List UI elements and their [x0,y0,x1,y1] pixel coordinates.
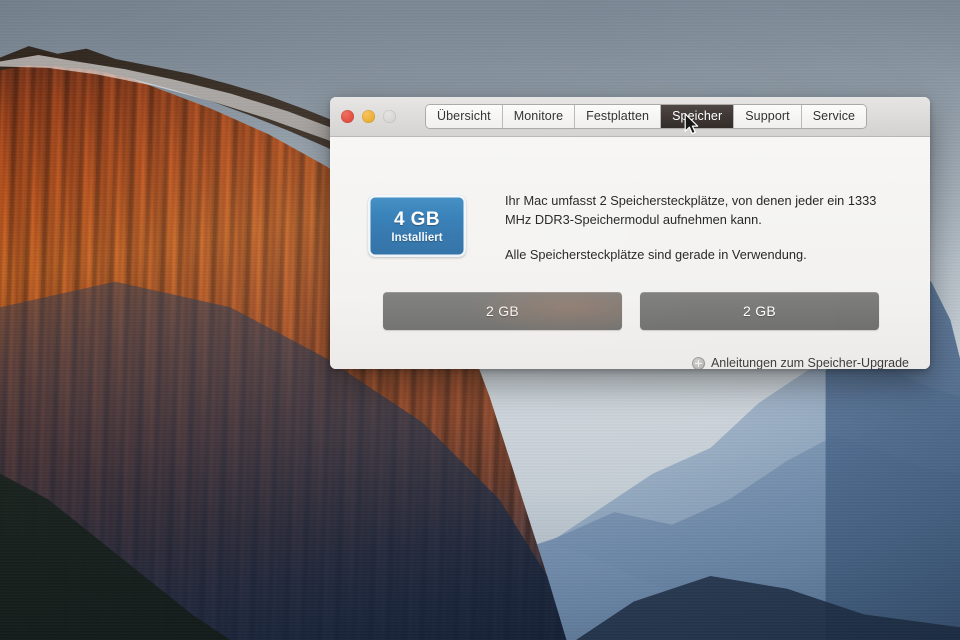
memory-description-line-2: Alle Speichersteckplätze sind gerade in … [505,247,807,262]
tab-festplatten[interactable]: Festplatten [575,105,662,128]
memory-description-line-1: Ihr Mac umfasst 2 Speichersteckplätze, v… [505,193,877,227]
memory-upgrade-link-label: Anleitungen zum Speicher-Upgrade [710,356,909,369]
memory-description: Ihr Mac umfasst 2 Speichersteckplätze, v… [505,192,905,265]
installed-memory-size: 4 GB [394,208,440,230]
tab-speicher[interactable]: Speicher [661,105,735,128]
tab-bar[interactable]: Übersicht Monitore Festplatten Speicher … [426,105,867,128]
tab-support[interactable]: Support [734,105,802,128]
memory-upgrade-link[interactable]: Anleitungen zum Speicher-Upgrade [691,356,909,369]
zoom-button[interactable] [383,110,396,123]
memory-panel: 4 GB Installiert Ihr Mac umfasst 2 Speic… [330,137,930,369]
memory-slot-1-label: 2 GB [485,303,520,319]
memory-slot-2[interactable]: 2 GB [640,292,879,330]
close-button[interactable] [341,110,354,123]
about-this-mac-window[interactable]: Übersicht Monitore Festplatten Speicher … [330,97,930,369]
tab-uebersicht[interactable]: Übersicht [426,105,503,128]
window-titlebar[interactable]: Übersicht Monitore Festplatten Speicher … [330,97,930,137]
installed-memory-caption: Installiert [391,231,443,244]
memory-slot-list: 2 GB 2 GB [383,292,879,330]
minimize-button[interactable] [362,110,375,123]
tab-monitore[interactable]: Monitore [502,105,576,128]
disclosure-plus-icon[interactable] [691,356,705,369]
memory-slot-2-label: 2 GB [742,303,777,319]
tab-service[interactable]: Service [801,105,867,128]
memory-slot-1[interactable]: 2 GB [383,292,622,330]
window-controls [341,110,396,123]
installed-memory-badge: 4 GB Installiert [368,195,466,257]
desktop-screenshot: Übersicht Monitore Festplatten Speicher … [0,0,960,640]
